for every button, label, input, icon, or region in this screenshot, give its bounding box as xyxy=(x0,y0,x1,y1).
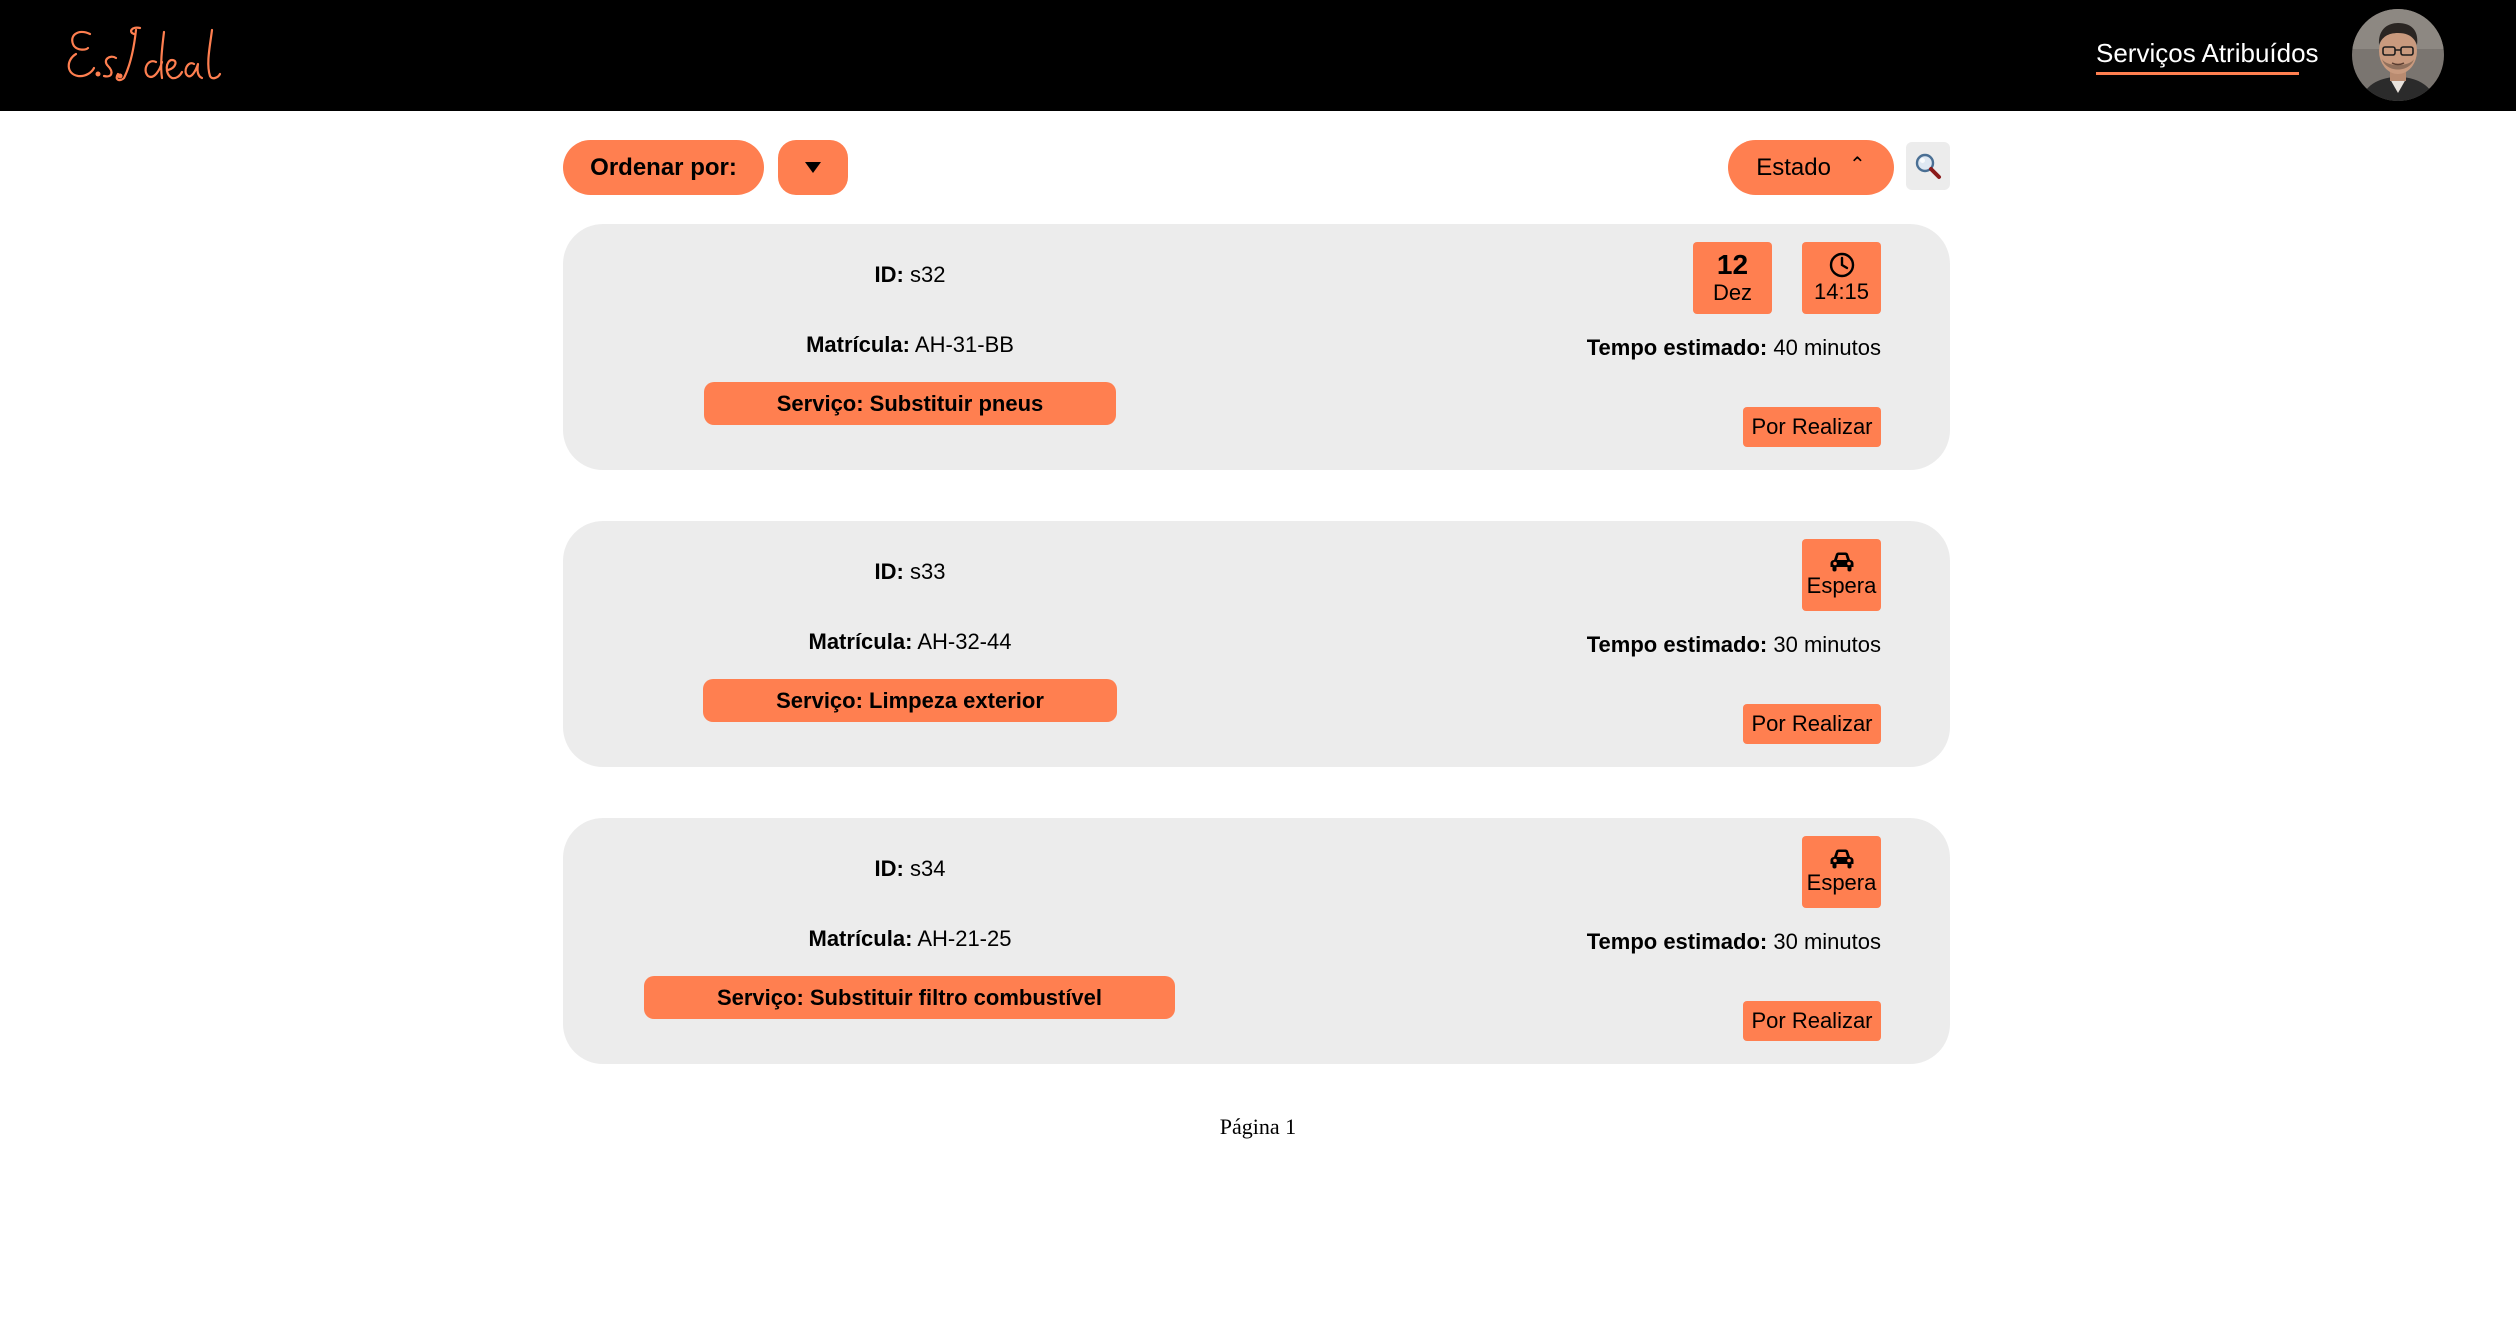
service-card[interactable]: ID: s32 Matrícula: AH-31-BB Serviço: Sub… xyxy=(563,224,1950,470)
user-avatar[interactable] xyxy=(2352,9,2444,101)
service-plate: Matrícula: AH-31-BB xyxy=(563,332,1257,358)
service-id: ID: s34 xyxy=(563,856,1257,882)
car-icon xyxy=(1830,849,1853,869)
wait-badge-label: Espera xyxy=(1806,573,1877,598)
estimated-time-label: Tempo estimado: xyxy=(1586,929,1768,954)
estimated-time-value: 30 minutos xyxy=(1773,632,1881,657)
service-id-value: s33 xyxy=(909,559,946,584)
service-type-button[interactable]: Serviço: Substituir filtro combustível xyxy=(644,976,1175,1019)
service-card[interactable]: ID: s33 Matrícula: AH-32-44 Serviço: Lim… xyxy=(563,521,1950,767)
chevron-up-icon: ⌃ xyxy=(1848,153,1866,176)
estimated-time: Tempo estimado: 30 minutos xyxy=(1587,632,1881,658)
status-button[interactable]: Por Realizar xyxy=(1743,704,1881,744)
service-plate: Matrícula: AH-32-44 xyxy=(563,629,1257,655)
status-button[interactable]: Por Realizar xyxy=(1743,1001,1881,1041)
service-plate-label: Matrícula: xyxy=(808,926,913,951)
service-type-button[interactable]: Serviço: Limpeza exterior xyxy=(703,679,1117,722)
service-type-button[interactable]: Serviço: Substituir pneus xyxy=(704,382,1116,425)
service-plate-value: AH-21-25 xyxy=(917,926,1012,951)
estimated-time: Tempo estimado: 40 minutos xyxy=(1587,335,1881,361)
service-plate-label: Matrícula: xyxy=(806,332,910,357)
page-indicator: Página 1 xyxy=(1219,1114,1297,1139)
estimated-time-label: Tempo estimado: xyxy=(1586,632,1768,657)
service-id-value: s34 xyxy=(909,856,946,881)
wait-badge: Espera xyxy=(1802,539,1881,611)
sort-by-button[interactable]: Ordenar por: xyxy=(563,140,764,195)
time-badge: 14:15 xyxy=(1802,242,1881,314)
wait-badge-label: Espera xyxy=(1806,870,1877,895)
estimated-time-label: Tempo estimado: xyxy=(1586,335,1768,360)
status-button[interactable]: Por Realizar xyxy=(1743,407,1881,447)
sort-order-dropdown[interactable] xyxy=(778,140,848,195)
triangle-down-icon xyxy=(805,162,821,173)
service-plate-label: Matrícula: xyxy=(808,629,913,654)
search-icon xyxy=(1915,153,1941,179)
service-id: ID: s33 xyxy=(563,559,1257,585)
date-badge: 12 Dez xyxy=(1693,242,1772,314)
estado-filter-button[interactable]: Estado ⌃ xyxy=(1728,140,1894,195)
service-id-label: ID: xyxy=(874,856,904,881)
nav-servicos-atribuidos[interactable]: Serviços Atribuídos xyxy=(2096,38,2319,69)
clock-icon xyxy=(1829,252,1854,278)
service-card[interactable]: ID: s34 Matrícula: AH-21-25 Serviço: Sub… xyxy=(563,818,1950,1064)
date-badge-day: 12 xyxy=(1716,249,1749,280)
wait-badge: Espera xyxy=(1802,836,1881,908)
service-plate-value: AH-31-BB xyxy=(914,332,1014,357)
car-icon xyxy=(1830,552,1853,572)
service-id-value: s32 xyxy=(909,262,946,287)
service-id: ID: s32 xyxy=(563,262,1257,288)
estimated-time: Tempo estimado: 30 minutos xyxy=(1587,929,1881,955)
service-plate: Matrícula: AH-21-25 xyxy=(563,926,1257,952)
nav-active-underline xyxy=(2096,72,2299,75)
time-badge-value: 14:15 xyxy=(1813,279,1870,304)
search-button[interactable] xyxy=(1906,142,1950,190)
service-plate-value: AH-32-44 xyxy=(917,629,1012,654)
brand-logo[interactable] xyxy=(64,18,234,94)
top-navigation-bar: Serviços Atribuídos xyxy=(0,0,2516,111)
sort-by-label: Ordenar por: xyxy=(590,153,737,181)
date-badge-month: Dez xyxy=(1712,280,1753,305)
service-id-label: ID: xyxy=(874,262,904,287)
estimated-time-value: 40 minutos xyxy=(1773,335,1881,360)
service-id-label: ID: xyxy=(874,559,904,584)
estimated-time-value: 30 minutos xyxy=(1773,929,1881,954)
estado-filter-label: Estado xyxy=(1756,153,1831,181)
